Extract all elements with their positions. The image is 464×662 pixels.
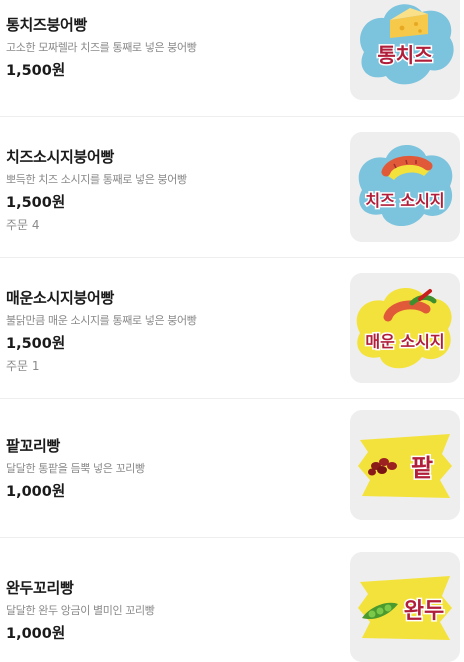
menu-item-image[interactable]: 치즈 소시지 [350, 132, 460, 242]
menu-item-name: 매운소시지붕어빵 [6, 289, 115, 307]
menu-item-image[interactable]: 통치즈 [350, 0, 460, 100]
menu-item-name: 팥꼬리빵 [6, 437, 61, 455]
menu-item-image[interactable]: 팥 [350, 410, 460, 520]
image-label: 통치즈 [377, 43, 432, 67]
image-label: 매운 소시지 [365, 332, 444, 351]
menu-item-price: 1,000원 [6, 626, 66, 642]
menu-item-order-count: 주문 4 [6, 218, 40, 232]
menu-item-name: 완두꼬리빵 [6, 579, 74, 597]
divider [0, 257, 464, 258]
menu-item-order-count: 주문 1 [6, 359, 40, 373]
menu-item-image[interactable]: 매운 소시지 [350, 273, 460, 383]
menu-item-price: 1,500원 [6, 195, 66, 211]
divider [0, 537, 464, 538]
menu-item-price: 1,500원 [6, 63, 66, 79]
menu-item-description: 뽀득한 치즈 소시지를 통째로 넣은 붕어빵 [6, 173, 187, 186]
image-label: 팥 [411, 454, 433, 482]
menu-item-description: 고소한 모짜렐라 치즈를 통째로 넣은 붕어빵 [6, 41, 197, 54]
menu-item-price: 1,500원 [6, 336, 66, 352]
menu-item-image[interactable]: 완두 [350, 552, 460, 662]
menu-item-name: 통치즈붕어빵 [6, 16, 88, 34]
image-label: 완두 [404, 599, 444, 624]
divider [0, 116, 464, 117]
divider [0, 398, 464, 399]
image-label: 치즈 소시지 [365, 191, 444, 210]
menu-item-price: 1,000원 [6, 484, 66, 500]
menu-item-name: 치즈소시지붕어빵 [6, 148, 115, 166]
menu-item-description: 불닭만큼 매운 소시지를 통째로 넣은 붕어빵 [6, 314, 197, 327]
menu-item-description: 달달한 완두 앙금이 별미인 꼬리빵 [6, 604, 155, 617]
menu-item-description: 달달한 통팥을 듬뿍 넣은 꼬리빵 [6, 462, 145, 475]
